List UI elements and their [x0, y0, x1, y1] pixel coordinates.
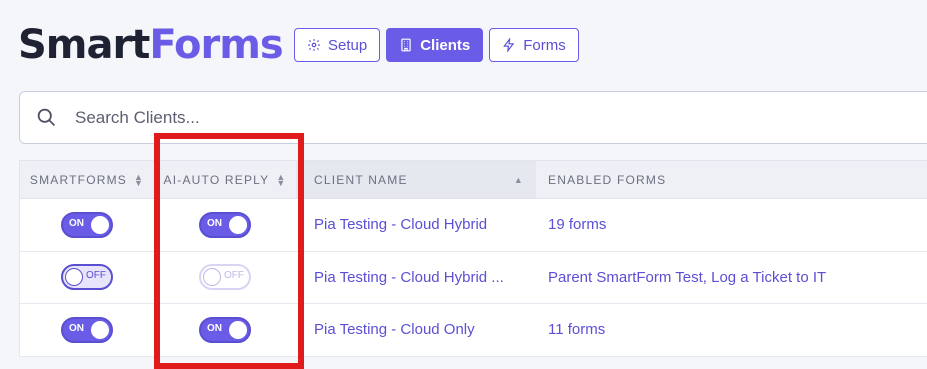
- forms-button[interactable]: Forms: [489, 28, 579, 62]
- ai-auto-reply-toggle[interactable]: ON: [199, 211, 251, 238]
- toggle-text: ON: [207, 217, 222, 229]
- search-bar: [19, 91, 927, 144]
- toggle-text: ON: [69, 322, 84, 334]
- building-icon: [401, 38, 411, 52]
- toggle-knob: [229, 215, 247, 234]
- smartforms-toggle[interactable]: OFF: [61, 264, 113, 291]
- enabled-forms-link[interactable]: 19 forms: [536, 199, 927, 251]
- smartforms-toggle[interactable]: ON: [61, 211, 113, 238]
- enabled-forms-link[interactable]: 11 forms: [536, 304, 927, 356]
- nav-buttons: Setup Clients Forms: [294, 28, 579, 62]
- sort-asc-icon: ▲: [513, 174, 524, 185]
- smartforms-toggle[interactable]: ON: [61, 316, 113, 343]
- ai-auto-reply-toggle[interactable]: ON: [199, 316, 251, 343]
- header-smartforms-label: SMARTFORMS: [29, 172, 127, 187]
- table-row: ON ON Pia Testing - Cloud Only 11 forms: [20, 304, 927, 357]
- ai-auto-reply-cell: ON: [154, 199, 296, 251]
- toggle-text: OFF: [86, 270, 106, 282]
- gear-icon: [308, 39, 320, 51]
- clients-table: SMARTFORMS ▲ ▼ AI-AUTO REPLY ▲ ▼ CLIENT NA…: [19, 160, 927, 357]
- forms-label: Forms: [523, 36, 566, 54]
- search-input[interactable]: [75, 107, 575, 128]
- toggle-text: ON: [69, 217, 84, 229]
- client-name-link[interactable]: Pia Testing - Cloud Hybrid: [296, 199, 536, 251]
- brand-part2: Forms: [149, 22, 283, 68]
- header-enabled-forms[interactable]: ENABLED FORMS: [536, 161, 927, 198]
- clients-button[interactable]: Clients: [386, 28, 484, 62]
- ai-auto-reply-cell: OFF: [154, 252, 296, 304]
- ai-auto-reply-toggle: OFF: [199, 264, 251, 291]
- ai-auto-reply-cell: ON: [154, 304, 296, 356]
- client-name-link[interactable]: Pia Testing - Cloud Hybrid ...: [296, 252, 536, 304]
- header-client-name-label: CLIENT NAME: [314, 172, 408, 187]
- toggle-knob: [65, 268, 83, 287]
- table-row: ON ON Pia Testing - Cloud Hybrid 19 form…: [20, 199, 927, 252]
- setup-label: Setup: [328, 36, 368, 54]
- header-ai-auto-reply[interactable]: AI-AUTO REPLY ▲ ▼: [154, 161, 296, 198]
- table-row: OFF OFF Pia Testing - Cloud Hybrid ... P…: [20, 252, 927, 304]
- smartforms-cell: ON: [20, 199, 154, 251]
- toggle-text: OFF: [224, 270, 244, 282]
- clients-label: Clients: [420, 36, 471, 54]
- sort-icon: ▲ ▼: [276, 171, 287, 188]
- header: SmartForms: [18, 20, 284, 70]
- header-ai-auto-reply-label: AI-AUTO REPLY: [163, 172, 270, 187]
- toggle-text: ON: [207, 322, 222, 334]
- toggle-knob: [229, 320, 247, 339]
- search-icon: [37, 108, 55, 126]
- setup-button[interactable]: Setup: [294, 28, 381, 62]
- app-logo: SmartForms: [18, 20, 284, 70]
- toggle-knob: [91, 215, 109, 234]
- enabled-forms-link[interactable]: Parent SmartForm Test, Log a Ticket to I…: [536, 252, 927, 304]
- toggle-knob: [203, 268, 221, 287]
- smartforms-cell: OFF: [20, 252, 154, 304]
- client-name-link[interactable]: Pia Testing - Cloud Only: [296, 304, 536, 356]
- brand-part1: Smart: [18, 22, 150, 68]
- toggle-knob: [91, 320, 109, 339]
- sort-icon: ▲ ▼: [134, 171, 145, 188]
- header-enabled-forms-label: ENABLED FORMS: [548, 172, 667, 187]
- lightning-icon: [503, 38, 515, 52]
- table-header: SMARTFORMS ▲ ▼ AI-AUTO REPLY ▲ ▼ CLIENT NA…: [20, 161, 927, 199]
- smartforms-cell: ON: [20, 304, 154, 356]
- header-smartforms[interactable]: SMARTFORMS ▲ ▼: [20, 161, 154, 198]
- header-client-name[interactable]: CLIENT NAME ▲: [296, 161, 536, 198]
